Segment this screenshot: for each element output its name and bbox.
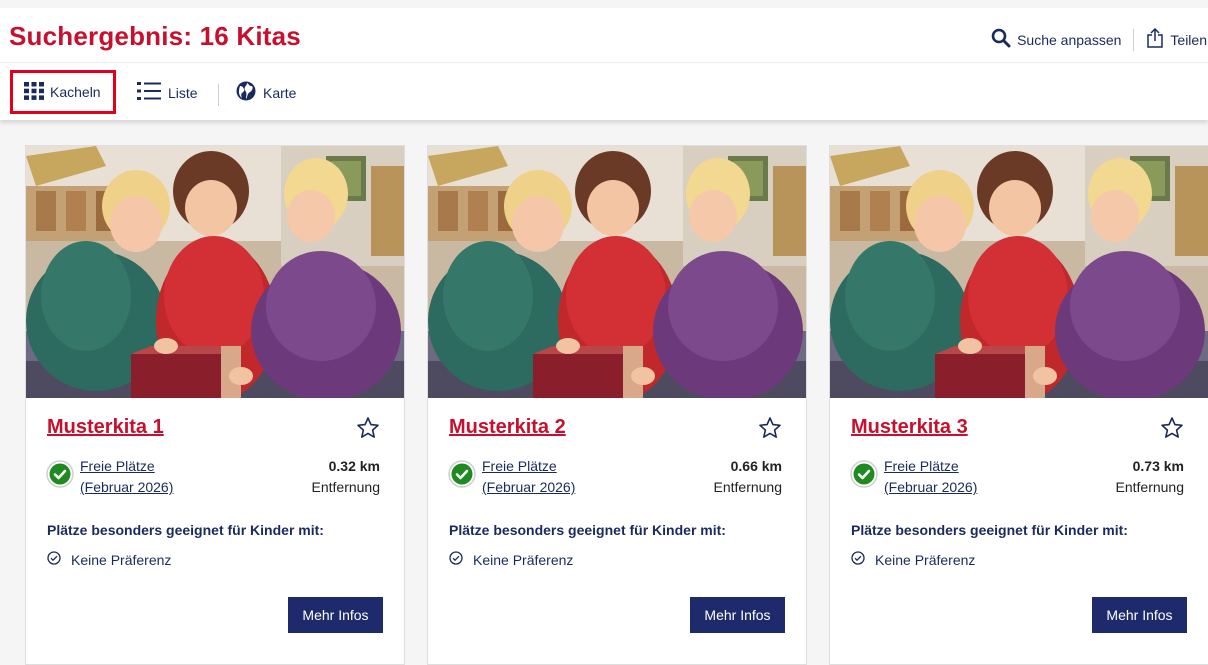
availability-check-icon: [46, 460, 74, 493]
availability-check-icon: [850, 460, 878, 493]
availability-link[interactable]: Freie Plätze (Februar 2026): [80, 456, 173, 498]
globe-icon: [236, 81, 256, 104]
distance-block: 0.73 km Entfernung: [1116, 456, 1185, 498]
availability-line1: Freie Plätze: [482, 458, 557, 474]
kita-name-link[interactable]: Musterkita 2: [449, 416, 566, 439]
distance-block: 0.32 km Entfernung: [312, 456, 381, 498]
distance-value: 0.66 km: [730, 458, 782, 474]
header-actions: Suche anpassen Teilen: [991, 27, 1208, 51]
availability-line2: (Februar 2026): [884, 479, 978, 495]
preference-item: Keine Präferenz: [47, 551, 171, 568]
share-label: Teilen: [1170, 31, 1207, 48]
favorite-star-icon[interactable]: [758, 416, 782, 445]
availability-line2: (Februar 2026): [80, 479, 174, 495]
kita-photo: [26, 146, 404, 398]
view-list-label: Liste: [168, 84, 198, 101]
header-divider: [1133, 28, 1135, 51]
preference-heading: Plätze besonders geeignet für Kinder mit…: [851, 522, 1128, 538]
check-circle-icon: [851, 551, 865, 568]
kita-card: Musterkita 2 Freie Plätze (Februar 2026)…: [427, 145, 807, 665]
kita-photo: [428, 146, 806, 398]
view-map-label: Karte: [263, 84, 297, 101]
view-tiles-button[interactable]: Kacheln: [10, 70, 116, 114]
favorite-star-icon[interactable]: [356, 416, 380, 445]
kita-name-link[interactable]: Musterkita 1: [47, 416, 164, 439]
page-title: Suchergebnis: 16 Kitas: [9, 21, 301, 51]
share-icon: [1146, 27, 1164, 51]
more-info-button[interactable]: Mehr Infos: [288, 597, 383, 633]
preference-heading: Plätze besonders geeignet für Kinder mit…: [47, 522, 324, 538]
more-info-button[interactable]: Mehr Infos: [690, 597, 785, 633]
distance-value: 0.32 km: [328, 458, 380, 474]
availability-check-icon: [448, 460, 476, 493]
view-map-button[interactable]: Karte: [236, 81, 296, 104]
grid-icon: [24, 81, 44, 103]
results-header: Suchergebnis: 16 Kitas Suche anpassen Te…: [0, 8, 1208, 120]
kita-photo: [830, 146, 1208, 398]
preference-item: Keine Präferenz: [449, 551, 573, 568]
preference-heading: Plätze besonders geeignet für Kinder mit…: [449, 522, 726, 538]
distance-block: 0.66 km Entfernung: [714, 456, 783, 498]
distance-value: 0.73 km: [1132, 458, 1184, 474]
kita-card: Musterkita 3 Freie Plätze (Februar 2026)…: [829, 145, 1208, 665]
availability-line2: (Februar 2026): [482, 479, 576, 495]
search-adjust-button[interactable]: Suche anpassen: [991, 28, 1121, 51]
availability-line1: Freie Plätze: [884, 458, 959, 474]
preference-label: Keine Präferenz: [71, 551, 172, 568]
share-button[interactable]: Teilen: [1146, 27, 1208, 51]
availability-link[interactable]: Freie Plätze (Februar 2026): [884, 456, 977, 498]
kita-name-link[interactable]: Musterkita 3: [851, 416, 968, 439]
availability-line1: Freie Plätze: [80, 458, 155, 474]
view-list-button[interactable]: Liste: [137, 81, 198, 104]
more-info-button[interactable]: Mehr Infos: [1092, 597, 1187, 633]
preference-label: Keine Präferenz: [473, 551, 574, 568]
preference-label: Keine Präferenz: [875, 551, 976, 568]
availability-link[interactable]: Freie Plätze (Februar 2026): [482, 456, 575, 498]
view-divider: [218, 84, 219, 106]
check-circle-icon: [47, 551, 61, 568]
preference-item: Keine Präferenz: [851, 551, 975, 568]
search-adjust-label: Suche anpassen: [1017, 31, 1122, 48]
list-icon: [137, 81, 161, 104]
distance-label: Entfernung: [713, 479, 783, 495]
view-switcher: Kacheln Liste Karte: [0, 62, 1208, 121]
check-circle-icon: [449, 551, 463, 568]
search-icon: [991, 28, 1011, 51]
distance-label: Entfernung: [1115, 479, 1185, 495]
kita-card: Musterkita 1 Freie Plätze (Februar 2026)…: [25, 145, 405, 665]
favorite-star-icon[interactable]: [1160, 416, 1184, 445]
distance-label: Entfernung: [311, 479, 381, 495]
view-tiles-label: Kacheln: [50, 84, 101, 100]
